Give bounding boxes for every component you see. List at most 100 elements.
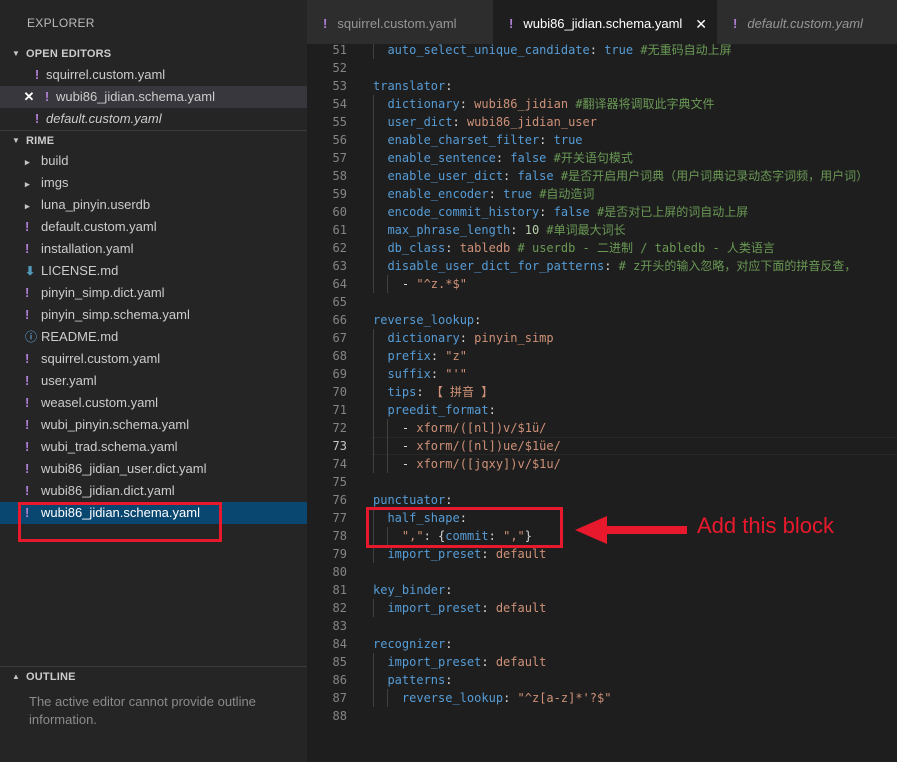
code-line[interactable]: 84 recognizer: xyxy=(307,635,897,653)
code-editor[interactable]: 51 auto_select_unique_candidate: true #无重… xyxy=(307,44,897,762)
code-line[interactable]: 59 enable_encoder: true #自动造词 xyxy=(307,185,897,203)
code-token: tips xyxy=(387,385,417,399)
code-line[interactable]: 67 dictionary: pinyin_simp xyxy=(307,329,897,347)
file-tree-item[interactable]: ▸ imgs xyxy=(0,172,307,194)
file-tree-item[interactable]: ! weasel.custom.yaml xyxy=(0,392,307,414)
code-token: wubi86_jidian xyxy=(474,97,569,111)
code-token: : xyxy=(474,313,482,327)
code-line[interactable]: 58 enable_user_dict: false #是否开启用户词典（用户词典… xyxy=(307,167,897,185)
outline-header[interactable]: ▲ OUTLINE xyxy=(0,667,307,687)
line-number: 67 xyxy=(332,331,347,345)
explorer-sidebar: EXPLORER ▼ OPEN EDITORS ! squirrel.custom.… xyxy=(0,0,307,762)
code-token: enable_encoder xyxy=(387,187,489,201)
code-line[interactable]: 61 max_phrase_length: 10 #单词最大词长 xyxy=(307,221,897,239)
code-token: false xyxy=(510,151,547,165)
code-line[interactable]: 54 dictionary: wubi86_jidian #翻译器将调取此字典文件 xyxy=(307,95,897,113)
code-line[interactable]: 85 import_preset: default xyxy=(307,653,897,671)
file-tree-item[interactable]: ! squirrel.custom.yaml xyxy=(0,348,307,370)
code-line[interactable]: 86 patterns: xyxy=(307,671,897,689)
file-tree: ▸ build ▸ imgs ▸ luna_pinyin.userdb! default.c… xyxy=(0,150,307,524)
open-editor-item[interactable]: ✕! wubi86_jidian.schema.yaml xyxy=(0,86,307,108)
file-tree-item[interactable]: ! user.yaml xyxy=(0,370,307,392)
code-line[interactable]: 75 xyxy=(307,473,897,491)
yaml-icon: ! xyxy=(44,89,50,104)
code-token: disable_user_dict_for_patterns xyxy=(387,259,605,273)
file-tree-item[interactable]: ⬇ LICENSE.md xyxy=(0,260,307,282)
code-line[interactable]: 87 reverse_lookup: "^z[a-z]*'?$" xyxy=(307,689,897,707)
code-text: - xform/([nl])ue/$1üe/ xyxy=(402,437,561,455)
code-line[interactable]: 65 xyxy=(307,293,897,311)
file-tree-item[interactable]: ! wubi86_jidian.dict.yaml xyxy=(0,480,307,502)
code-token: - xyxy=(401,277,417,291)
annotation-arrow-icon xyxy=(575,516,687,544)
code-line[interactable]: 68 prefix: "z" xyxy=(307,347,897,365)
line-number: 69 xyxy=(332,367,347,381)
code-line[interactable]: 81 key_binder: xyxy=(307,581,897,599)
code-token: xform/([nl])v/$1ü/ xyxy=(416,421,547,435)
code-line[interactable]: 52 xyxy=(307,59,897,77)
file-tree-item[interactable]: ! pinyin_simp.dict.yaml xyxy=(0,282,307,304)
open-editor-label: squirrel.custom.yaml xyxy=(46,67,166,82)
code-line[interactable]: 80 xyxy=(307,563,897,581)
code-token: tabledb xyxy=(459,241,511,255)
code-line[interactable]: 83 xyxy=(307,617,897,635)
line-number: 87 xyxy=(332,691,347,705)
code-line[interactable]: 57 enable_sentence: false #开关语句模式 xyxy=(307,149,897,167)
code-line[interactable]: 63 disable_user_dict_for_patterns: # z开头的… xyxy=(307,257,897,275)
yaml-icon: ! xyxy=(25,285,30,300)
chevron-right-icon: ▸ xyxy=(25,157,30,167)
yaml-icon: ! xyxy=(34,111,40,126)
code-line[interactable]: 64 - "^z.*$" xyxy=(307,275,897,293)
file-tree-item[interactable]: ▸ build xyxy=(0,150,307,172)
code-line[interactable]: 62 db_class: tabledb # userdb - 二进制 / tab… xyxy=(307,239,897,257)
file-tree-item[interactable]: ! default.custom.yaml xyxy=(0,216,307,238)
code-token: : xyxy=(445,79,453,93)
code-token: : xyxy=(503,691,518,705)
file-tree-item[interactable]: ! wubi86_jidian_user.dict.yaml xyxy=(0,458,307,480)
code-token: default xyxy=(495,601,547,615)
file-name: installation.yaml xyxy=(41,241,134,256)
code-line[interactable]: 88 xyxy=(307,707,897,725)
file-tree-item[interactable]: ! installation.yaml xyxy=(0,238,307,260)
tab-wubi86-jidian-schema[interactable]: ! wubi86_jidian.schema.yaml ✕ xyxy=(493,0,717,44)
open-editors-header[interactable]: ▼ OPEN EDITORS xyxy=(0,44,307,64)
yaml-icon: ! xyxy=(34,67,40,82)
code-text: enable_encoder: true #自动造词 xyxy=(387,185,594,203)
rime-folder-header[interactable]: ▼ RIME xyxy=(0,130,307,150)
code-line[interactable]: 51 auto_select_unique_candidate: true #无重… xyxy=(307,44,897,59)
file-tree-item[interactable]: ! pinyin_simp.schema.yaml xyxy=(0,304,307,326)
collapse-triangle-icon: ▲ xyxy=(12,672,21,681)
code-line[interactable]: 55 user_dict: wubi86_jidian_user xyxy=(307,113,897,131)
code-token: true xyxy=(503,187,532,201)
code-line[interactable]: 53 translator: xyxy=(307,77,897,95)
code-line[interactable]: 82 import_preset: default xyxy=(307,599,897,617)
code-line[interactable]: 73 - xform/([nl])ue/$1üe/ xyxy=(307,437,897,455)
code-line[interactable]: 60 encode_commit_history: false #是否对已上屏的词… xyxy=(307,203,897,221)
close-icon[interactable]: ✕ xyxy=(20,86,38,108)
code-text: - xform/([jqxy])v/$1u/ xyxy=(402,455,561,473)
code-line[interactable]: 56 enable_charset_filter: true xyxy=(307,131,897,149)
file-tree-item[interactable]: ! wubi_trad.schema.yaml xyxy=(0,436,307,458)
open-editor-item[interactable]: ! squirrel.custom.yaml xyxy=(0,64,307,86)
code-line[interactable]: 70 tips: 【 拼音 】 xyxy=(307,383,897,401)
yaml-icon: ! xyxy=(733,16,738,31)
code-line[interactable]: 69 suffix: "'" xyxy=(307,365,897,383)
open-editor-item[interactable]: ! default.custom.yaml xyxy=(0,108,307,130)
code-text: encode_commit_history: false #是否对已上屏的词自动… xyxy=(387,203,748,221)
tab-squirrel-custom[interactable]: ! squirrel.custom.yaml xyxy=(307,0,493,44)
code-token: recognizer xyxy=(373,637,446,651)
code-line[interactable]: 72 - xform/([nl])v/$1ü/ xyxy=(307,419,897,437)
file-name: LICENSE.md xyxy=(41,263,119,278)
file-tree-item[interactable]: ⓘ README.md xyxy=(0,326,307,348)
tab-default-custom[interactable]: ! default.custom.yaml xyxy=(717,0,897,44)
file-tree-item[interactable]: ▸ luna_pinyin.userdb xyxy=(0,194,307,216)
close-icon[interactable]: ✕ xyxy=(695,0,707,44)
code-line[interactable]: 74 - xform/([jqxy])v/$1u/ xyxy=(307,455,897,473)
file-tree-item[interactable]: ! wubi_pinyin.schema.yaml xyxy=(0,414,307,436)
code-token: : xyxy=(481,547,496,561)
code-line[interactable]: 71 preedit_format: xyxy=(307,401,897,419)
code-token: import_preset xyxy=(387,655,482,669)
code-text: import_preset: default xyxy=(387,653,546,671)
code-line[interactable]: 66 reverse_lookup: xyxy=(307,311,897,329)
